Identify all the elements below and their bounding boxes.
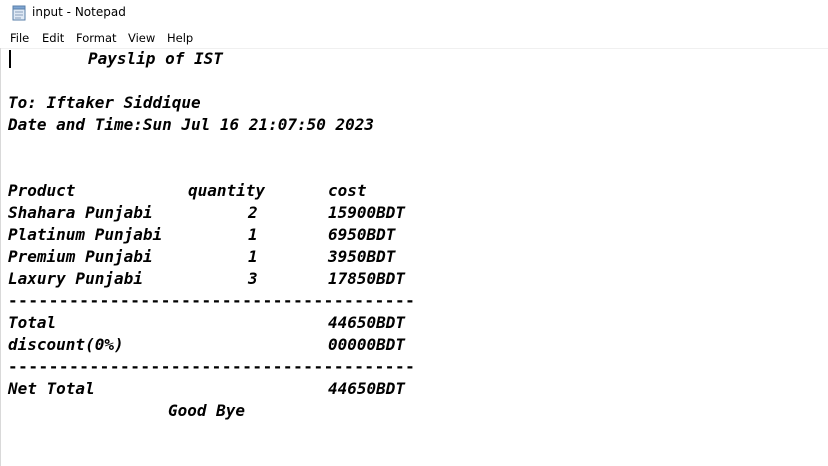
- row-cost: 3950BDT: [328, 247, 396, 266]
- row-product: Laxury Punjabi: [8, 269, 143, 288]
- window-title: input - Notepad: [32, 5, 126, 19]
- menu-file[interactable]: File: [10, 31, 29, 45]
- menu-edit[interactable]: Edit: [42, 31, 64, 45]
- recipient-line: To: Iftaker Siddique: [8, 93, 201, 112]
- column-header-product: Product: [8, 181, 76, 200]
- editor-left-border: [0, 48, 1, 466]
- row-product: Shahara Punjabi: [8, 203, 153, 222]
- payslip-heading: Payslip of IST: [88, 49, 223, 68]
- discount-label: discount(0%): [8, 335, 124, 354]
- net-total-value: 44650BDT: [328, 379, 406, 398]
- separator-line: ----------------------------------------: [8, 357, 416, 376]
- row-product: Premium Punjabi: [8, 247, 153, 266]
- total-label: Total: [8, 313, 57, 332]
- row-quantity: 3: [248, 269, 258, 288]
- discount-value: 00000BDT: [328, 335, 406, 354]
- total-value: 44650BDT: [328, 313, 406, 332]
- row-product: Platinum Punjabi: [8, 225, 163, 244]
- farewell-text: Good Bye: [168, 401, 246, 420]
- datetime-line: Date and Time:Sun Jul 16 21:07:50 2023: [8, 115, 375, 134]
- notepad-icon: [12, 5, 26, 21]
- net-total-label: Net Total: [8, 379, 95, 398]
- column-header-quantity: quantity: [188, 181, 266, 200]
- row-cost: 17850BDT: [328, 269, 406, 288]
- row-cost: 15900BDT: [328, 203, 406, 222]
- notepad-window: input - Notepad File Edit Format View He…: [0, 0, 828, 466]
- separator-line: ----------------------------------------: [8, 291, 416, 310]
- text-caret: [9, 50, 11, 68]
- row-quantity: 1: [248, 247, 258, 266]
- menu-help[interactable]: Help: [167, 31, 193, 45]
- row-quantity: 1: [248, 225, 258, 244]
- menu-view[interactable]: View: [128, 31, 155, 45]
- title-bar[interactable]: input - Notepad: [0, 0, 828, 28]
- menu-bar: File Edit Format View Help: [0, 28, 828, 48]
- row-cost: 6950BDT: [328, 225, 396, 244]
- column-header-cost: cost: [328, 181, 367, 200]
- menu-format[interactable]: Format: [76, 31, 117, 45]
- row-quantity: 2: [248, 203, 258, 222]
